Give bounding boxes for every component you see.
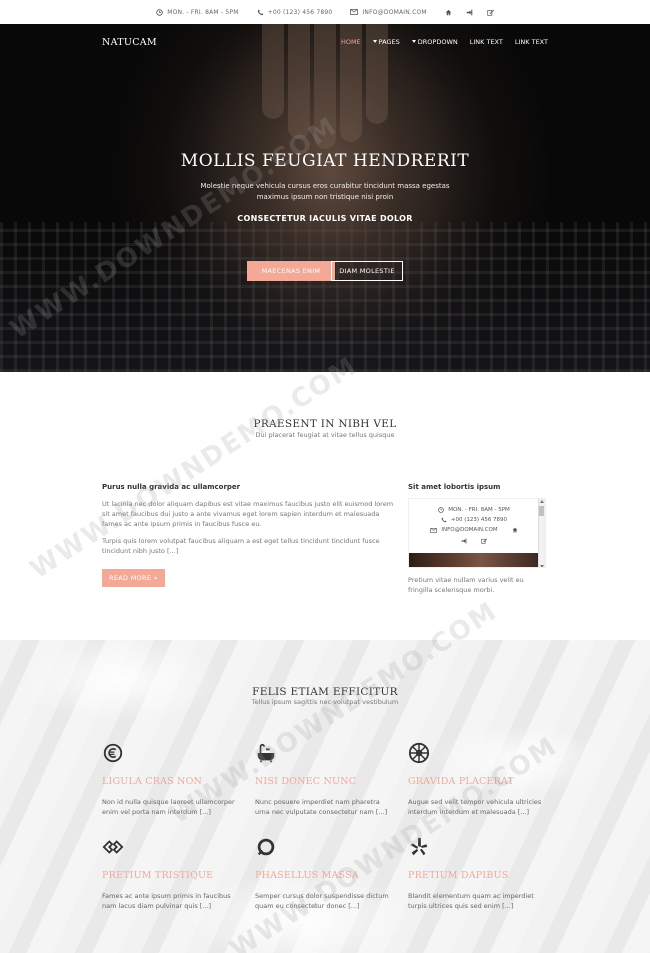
nav-item-link-text-1[interactable]: LINK TEXT <box>470 38 503 46</box>
widget-icon-row <box>409 538 539 544</box>
nav-item-link-text-2[interactable]: LINK TEXT <box>515 38 548 46</box>
feature-title: PRETIUM TRISTIQUE <box>102 870 214 881</box>
widget-preview-image <box>409 553 540 567</box>
feature-title: LIGULA CRAS NON <box>102 776 203 787</box>
intro-title: PRAESENT IN NIBH VEL <box>253 418 397 430</box>
caret-down-icon <box>372 40 377 43</box>
feature-title: PRETIUM DAPIBUS <box>408 870 509 881</box>
features-title: FELIS ETIAM EFFICITUR <box>252 686 398 698</box>
maecenas-enim-button[interactable]: MAECENAS ENIM <box>247 261 335 281</box>
scrollbar-thumb[interactable] <box>539 506 544 516</box>
scroll-up-arrow-icon[interactable] <box>540 500 544 503</box>
widget-phone-row: +00 (123) 456 7890 <box>409 517 539 523</box>
ring-icon <box>257 838 275 856</box>
diam-molestie-button[interactable]: DIAM MOLESTIE <box>331 261 403 281</box>
widget-hours-row: MON. - FRI. 8AM - 5PM <box>409 507 539 513</box>
widget-hours-text: MON. - FRI. 8AM - 5PM <box>448 507 510 513</box>
left-paragraph-2: Turpis quis lorem volutpat faucibus aliq… <box>102 537 380 555</box>
widget-scrollbar[interactable] <box>538 499 545 567</box>
feature-text: Blandit elementum quam ac imperdiet turp… <box>408 892 534 910</box>
phone-item: +00 (123) 456 7890 <box>257 9 333 16</box>
diamond-link-icon <box>102 840 124 854</box>
home-icon[interactable] <box>512 527 518 533</box>
hero-description-line: maximus ipsum non tristique nisi proin <box>256 193 394 201</box>
widget-email-row: INFO@DOMAIN.COM <box>409 527 539 533</box>
nav-item-label: DROPDOWN <box>417 38 458 46</box>
hours-item: MON. - FRI. 8AM - 5PM <box>156 9 238 16</box>
sign-in-icon[interactable] <box>461 538 467 544</box>
email-text: INFO@DOMAIN.COM <box>362 8 427 16</box>
right-column-text: Pretium vitae nullam varius velit eu fri… <box>408 576 524 594</box>
hours-text: MON. - FRI. 8AM - 5PM <box>167 8 239 16</box>
hero-description-line: Molestie neque vehicula cursus eros cura… <box>200 182 450 190</box>
top-info-bar: MON. - FRI. 8AM - 5PM +00 (123) 456 7890… <box>0 0 650 24</box>
euro-icon <box>103 743 123 763</box>
hero-title: MOLLIS FEUGIAT HENDRERIT <box>180 151 470 171</box>
nav-item-label: PAGES <box>378 38 400 46</box>
brand-logo[interactable]: NATUCAM <box>102 37 157 48</box>
intro-subtitle: Dui placerat feugiat at vitae tellus qui… <box>255 431 395 439</box>
nav-item-dropdown[interactable]: DROPDOWN <box>411 38 458 46</box>
feature-text: Fames ac ante ipsum primis in faucibus n… <box>102 892 231 910</box>
feature-text: Nunc posuere imperdiet nam pharetra urna… <box>255 798 388 816</box>
hero-description: Molestie neque vehicula cursus eros cura… <box>0 181 650 203</box>
widget-phone-text: +00 (123) 456 7890 <box>450 517 508 523</box>
empire-icon <box>408 742 430 764</box>
clock-icon <box>156 8 163 16</box>
main-navigation: NATUCAM HOME PAGES DROPDOWN LINK TEXT LI… <box>0 24 650 60</box>
envelope-icon <box>430 527 438 533</box>
clock-icon <box>438 507 444 513</box>
read-more-button[interactable]: READ MORE » <box>102 569 165 587</box>
envelope-icon <box>350 9 359 15</box>
nav-menu: HOME PAGES DROPDOWN LINK TEXT LINK TEXT <box>341 38 548 46</box>
nav-item-home[interactable]: HOME <box>341 38 361 46</box>
top-icon-group <box>445 9 494 16</box>
nav-item-pages[interactable]: PAGES <box>372 38 400 46</box>
embedded-preview-widget[interactable]: MON. - FRI. 8AM - 5PM +00 (123) 456 7890… <box>408 498 546 568</box>
phone-text: +00 (123) 456 7890 <box>267 8 333 16</box>
hero-subtitle: CONSECTETUR IACULIS VITAE DOLOR <box>237 214 413 223</box>
phone-icon <box>441 517 447 523</box>
caret-down-icon <box>411 40 416 43</box>
feature-title: NISI DONEC NUNC <box>255 776 357 787</box>
email-item[interactable]: INFO@DOMAIN.COM <box>350 8 427 16</box>
phone-icon <box>257 9 263 15</box>
edit-icon[interactable] <box>481 538 487 544</box>
scroll-down-arrow-icon[interactable] <box>540 565 544 567</box>
edit-icon[interactable] <box>487 9 494 16</box>
sign-in-icon[interactable] <box>466 9 473 16</box>
right-column-heading: Sit amet lobortis ipsum <box>408 483 501 491</box>
home-icon[interactable] <box>445 9 452 16</box>
widget-email-text: INFO@DOMAIN.COM <box>441 527 498 533</box>
